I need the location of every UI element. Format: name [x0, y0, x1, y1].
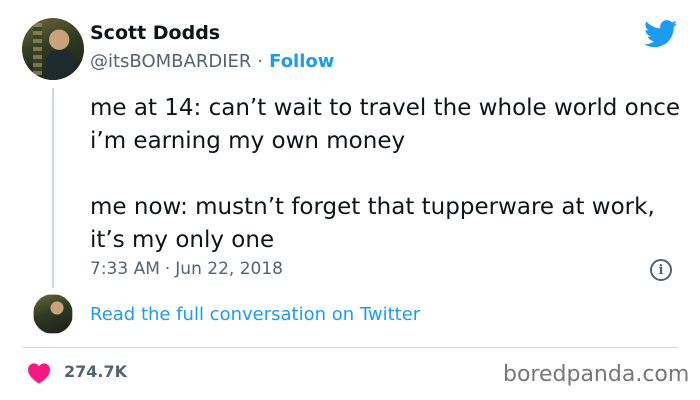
heart-icon[interactable] [27, 362, 51, 384]
tweet-paragraph: me now: mustn’t forget that tupperware a… [90, 194, 655, 253]
divider [22, 347, 678, 348]
thread-line [52, 88, 54, 288]
author-name[interactable]: Scott Dodds [90, 22, 220, 44]
tweet-text: me at 14: can’t wait to travel the whole… [90, 92, 690, 257]
handle-separator: · [257, 51, 264, 72]
tweet-timestamp[interactable]: 7:33 AM · Jun 22, 2018 [90, 259, 283, 279]
tweet-date[interactable]: Jun 22, 2018 [175, 259, 283, 279]
watermark: boredpanda.com [503, 362, 690, 387]
author-avatar[interactable] [22, 18, 84, 80]
timestamp-separator: · [164, 259, 171, 279]
like-count[interactable]: 274.7K [64, 362, 127, 381]
read-full-conversation-link[interactable]: Read the full conversation on Twitter [90, 304, 420, 325]
tweet-time[interactable]: 7:33 AM [90, 259, 160, 279]
tweet-paragraph: me at 14: can’t wait to travel the whole… [90, 95, 681, 154]
author-handle-row: @itsBOMBARDIER · Follow [90, 51, 334, 72]
author-handle[interactable]: @itsBOMBARDIER [90, 51, 251, 72]
twitter-bird-icon[interactable] [644, 20, 678, 48]
info-icon[interactable]: i [650, 259, 672, 281]
conversation-avatar [33, 294, 73, 334]
follow-button[interactable]: Follow [269, 51, 334, 72]
